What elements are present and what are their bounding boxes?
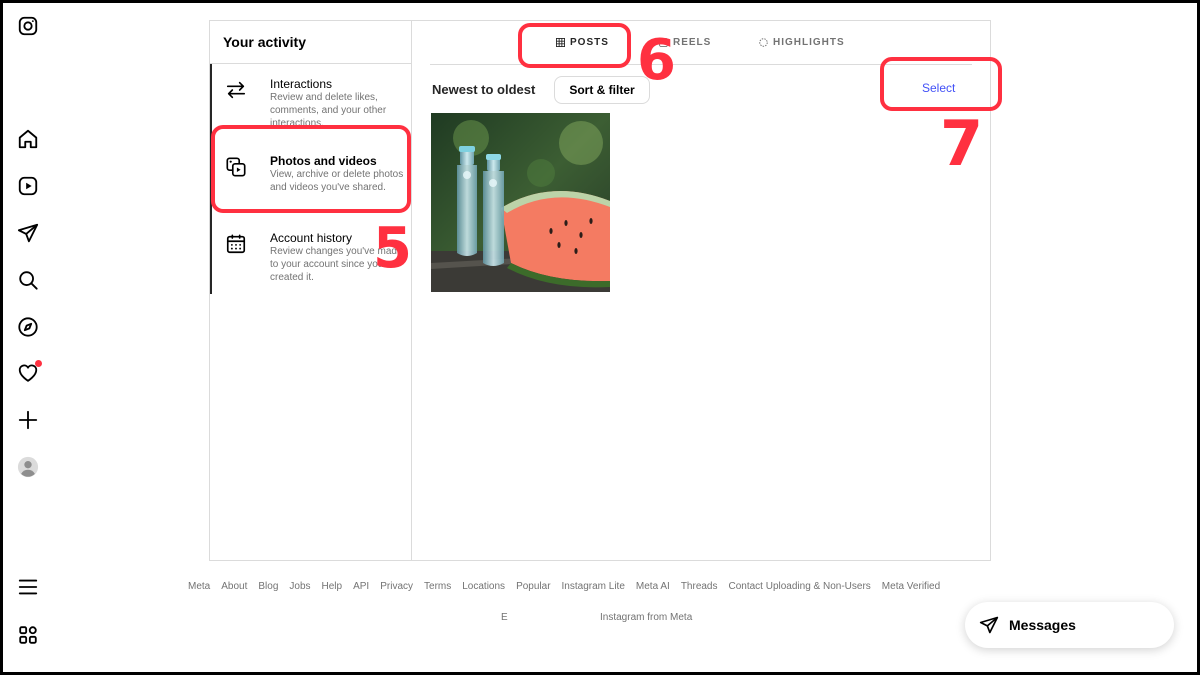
copyright-text: Instagram from Meta — [600, 612, 693, 623]
sidebar-item-label: Interactions — [270, 77, 333, 91]
direct-icon — [979, 616, 999, 634]
explore-icon[interactable] — [17, 316, 39, 338]
post-thumbnail[interactable] — [431, 113, 610, 292]
instagram-logo-icon[interactable] — [17, 15, 39, 37]
footer-link[interactable]: Contact Uploading & Non-Users — [729, 581, 871, 592]
footer-link[interactable]: Jobs — [289, 581, 310, 592]
activity-sidebar: Your activity Interactions Review and de… — [210, 21, 412, 560]
profile-icon[interactable] — [17, 456, 39, 478]
activity-card: Your activity Interactions Review and de… — [209, 20, 991, 561]
footer-link[interactable]: Help — [322, 581, 343, 592]
direct-icon[interactable] — [17, 222, 39, 244]
footer-link[interactable]: Blog — [258, 581, 278, 592]
apps-icon[interactable] — [17, 624, 39, 646]
footer-link[interactable]: Meta AI — [636, 581, 670, 592]
footer-link[interactable]: About — [221, 581, 247, 592]
footer-link[interactable]: Locations — [462, 581, 505, 592]
post-image — [431, 113, 610, 292]
annotation-step-5: 5 — [373, 216, 412, 281]
messages-label: Messages — [1009, 617, 1076, 633]
circle-dashed-icon — [759, 38, 768, 47]
tab-highlights[interactable]: HIGHLIGHTS — [759, 37, 845, 48]
footer-link[interactable]: Popular — [516, 581, 550, 592]
arrows-swap-icon — [225, 79, 247, 101]
notification-dot — [35, 360, 42, 367]
footer-link[interactable]: Threads — [681, 581, 718, 592]
sidebar-item-label: Account history — [270, 231, 353, 245]
sort-order-label: Newest to oldest — [432, 82, 536, 97]
footer-link[interactable]: Meta — [188, 581, 210, 592]
calendar-icon — [225, 233, 247, 255]
left-navigation — [3, 3, 55, 672]
footer-link[interactable]: Terms — [424, 581, 451, 592]
create-icon[interactable] — [17, 409, 39, 431]
highlight-photos-and-videos — [211, 125, 411, 213]
footer-link[interactable]: API — [353, 581, 369, 592]
menu-icon[interactable] — [17, 576, 39, 598]
annotation-step-7: 7 — [940, 107, 984, 180]
footer-link[interactable]: Meta Verified — [882, 581, 940, 592]
footer-link[interactable]: Instagram Lite — [562, 581, 625, 592]
highlight-select-button — [880, 57, 1002, 111]
activity-title: Your activity — [210, 21, 411, 64]
footer-link[interactable]: Privacy — [380, 581, 413, 592]
annotation-step-6: 6 — [637, 28, 676, 93]
app-window: Your activity Interactions Review and de… — [3, 3, 1197, 672]
sort-filter-button[interactable]: Sort & filter — [554, 76, 650, 104]
home-icon[interactable] — [17, 128, 39, 150]
tab-label: HIGHLIGHTS — [773, 37, 845, 48]
messages-button[interactable]: Messages — [965, 602, 1174, 648]
tab-label: REELS — [673, 37, 712, 48]
language-selector[interactable]: E — [501, 612, 508, 623]
heart-icon[interactable] — [17, 360, 42, 384]
highlight-posts-tab — [518, 23, 631, 68]
footer-links: Meta About Blog Jobs Help API Privacy Terms Loca… — [188, 581, 951, 592]
search-icon[interactable] — [17, 269, 39, 291]
reels-icon[interactable] — [17, 175, 39, 197]
